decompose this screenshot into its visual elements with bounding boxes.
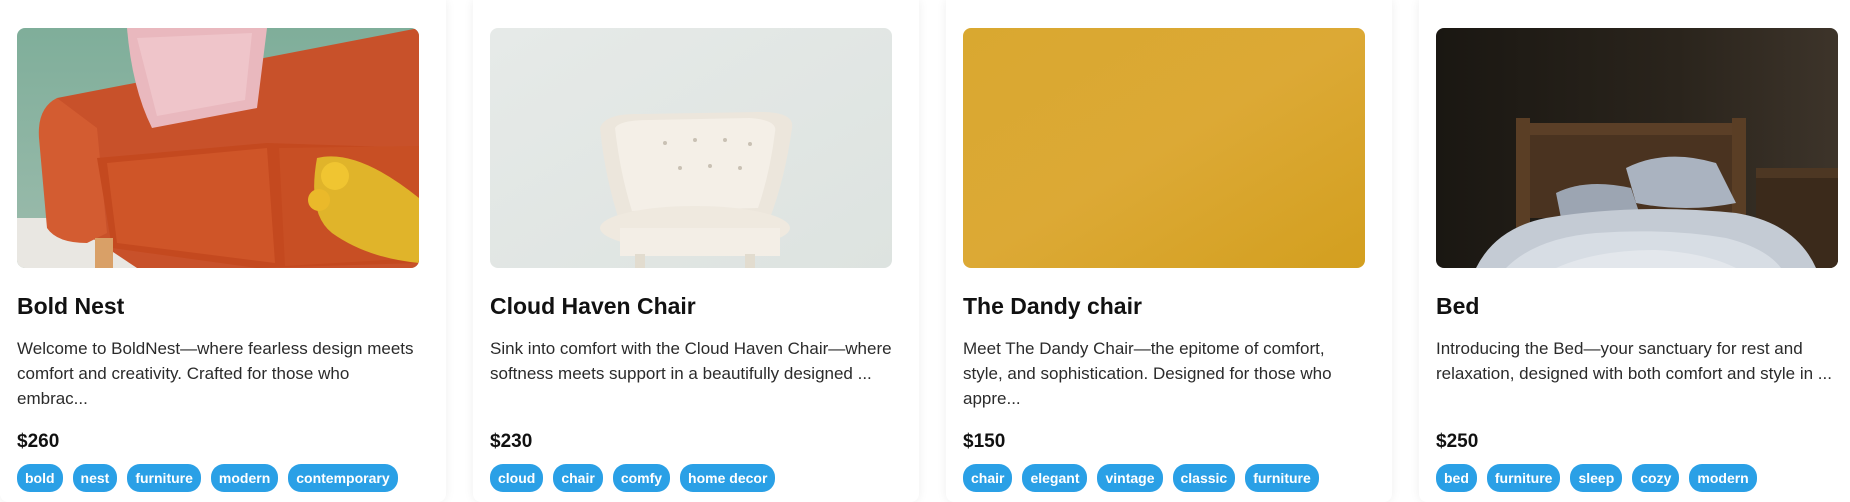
product-card-content: Cloud Haven Chair Sink into comfort with… bbox=[490, 28, 892, 492]
tag-comfy[interactable]: comfy bbox=[612, 464, 671, 492]
tag-list: bed furniture sleep cozy modern bbox=[1436, 464, 1838, 492]
product-card-the-dandy-chair[interactable]: The Dandy chair Meet The Dandy Chair—the… bbox=[946, 0, 1392, 502]
tag-classic[interactable]: classic bbox=[1172, 464, 1236, 492]
product-price: $150 bbox=[963, 431, 1006, 452]
product-image-yellow-backdrop[interactable] bbox=[963, 28, 1365, 268]
product-title[interactable]: The Dandy chair bbox=[963, 292, 1365, 320]
tag-bed[interactable]: bed bbox=[1436, 464, 1477, 492]
tag-sleep[interactable]: sleep bbox=[1570, 464, 1623, 492]
product-price: $230 bbox=[490, 431, 533, 452]
product-card-content: Bed Introducing the Bed—your sanctuary f… bbox=[1436, 28, 1838, 492]
product-image-orange-sofa[interactable] bbox=[17, 28, 419, 268]
product-card-cloud-haven-chair[interactable]: Cloud Haven Chair Sink into comfort with… bbox=[473, 0, 919, 502]
tag-modern[interactable]: modern bbox=[1689, 464, 1757, 492]
product-card-content: The Dandy chair Meet The Dandy Chair—the… bbox=[963, 28, 1365, 492]
tag-modern[interactable]: modern bbox=[210, 464, 279, 492]
tag-cozy[interactable]: cozy bbox=[1632, 464, 1680, 492]
product-image-wooden-bed[interactable] bbox=[1436, 28, 1838, 268]
product-title[interactable]: Cloud Haven Chair bbox=[490, 292, 892, 320]
tag-nest[interactable]: nest bbox=[72, 464, 118, 492]
product-description: Meet The Dandy Chair—the epitome of comf… bbox=[963, 339, 1332, 408]
tag-list: chair elegant vintage classic furniture bbox=[963, 464, 1365, 492]
product-price: $250 bbox=[1436, 431, 1479, 452]
product-card-content: Bold Nest Welcome to BoldNest—where fear… bbox=[17, 28, 419, 492]
tag-furniture[interactable]: furniture bbox=[127, 464, 201, 492]
tag-furniture[interactable]: furniture bbox=[1245, 464, 1319, 492]
tag-home-decor[interactable]: home decor bbox=[680, 464, 776, 492]
product-description: Introducing the Bed—your sanctuary for r… bbox=[1436, 339, 1832, 383]
tag-furniture[interactable]: furniture bbox=[1486, 464, 1561, 492]
product-description: Sink into comfort with the Cloud Haven C… bbox=[490, 339, 892, 383]
tag-cloud[interactable]: cloud bbox=[490, 464, 544, 492]
tag-elegant[interactable]: elegant bbox=[1022, 464, 1088, 492]
product-image-white-armchair[interactable] bbox=[490, 28, 892, 268]
product-price: $260 bbox=[17, 431, 60, 452]
tag-list: bold nest furniture modern contemporary bbox=[17, 464, 419, 492]
product-card-bold-nest[interactable]: Bold Nest Welcome to BoldNest—where fear… bbox=[0, 0, 446, 502]
tag-bold[interactable]: bold bbox=[17, 464, 63, 492]
product-card-bed[interactable]: Bed Introducing the Bed—your sanctuary f… bbox=[1419, 0, 1850, 502]
tag-contemporary[interactable]: contemporary bbox=[288, 464, 398, 492]
product-grid: Bold Nest Welcome to BoldNest—where fear… bbox=[0, 0, 1850, 502]
tag-list: cloud chair comfy home decor bbox=[490, 464, 892, 492]
tag-chair[interactable]: chair bbox=[553, 464, 603, 492]
tag-vintage[interactable]: vintage bbox=[1097, 464, 1163, 492]
product-title[interactable]: Bed bbox=[1436, 292, 1838, 320]
product-description: Welcome to BoldNest—where fearless desig… bbox=[17, 339, 414, 408]
product-title[interactable]: Bold Nest bbox=[17, 292, 419, 320]
tag-chair[interactable]: chair bbox=[963, 464, 1013, 492]
